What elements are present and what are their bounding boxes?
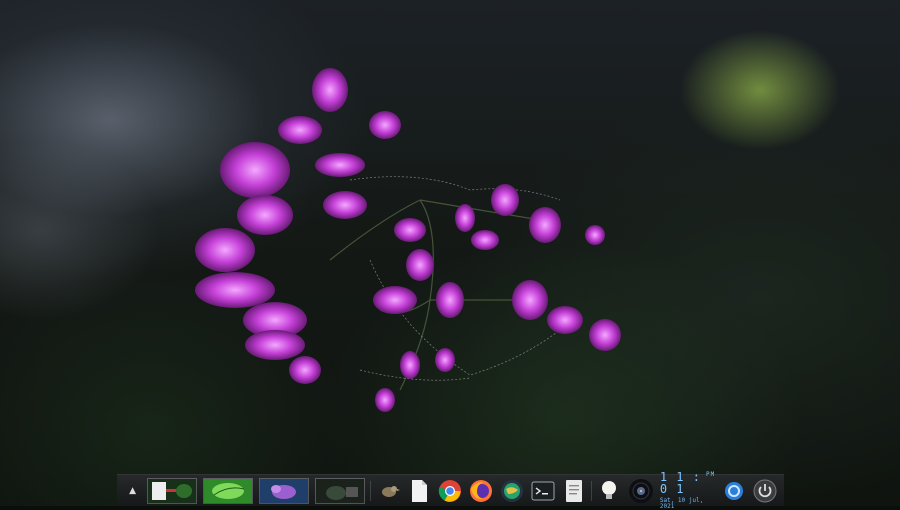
thumbnail-document-red[interactable] — [147, 477, 198, 504]
terminal-icon[interactable] — [530, 478, 555, 504]
globe-icon[interactable] — [500, 478, 525, 504]
clock-widget[interactable]: 1 1 : 0 1 PM Sat, 10 jul, 2021 — [660, 471, 715, 510]
bird-app-icon[interactable] — [376, 478, 401, 504]
taskbar-dock: ▲ 1 1: 0 1 PM Sat, 10 jul, 2021 — [117, 471, 784, 510]
dock-separator — [370, 480, 372, 501]
clock-time-row: 1 1 : 0 1 PM — [660, 471, 715, 495]
firefox-icon[interactable] — [469, 478, 494, 504]
notes-icon[interactable] — [561, 478, 586, 504]
chevron-up-icon[interactable]: ▲ — [124, 478, 141, 504]
clock-time: 1 1 : 0 1 — [659, 470, 701, 496]
vinyl-icon[interactable] — [628, 478, 654, 504]
document-icon[interactable] — [407, 478, 432, 504]
clock-ampm: PM — [706, 471, 716, 478]
clock-date: Sat, 10 jul, 2021 — [659, 497, 704, 510]
chrome-icon[interactable] — [438, 478, 463, 504]
lightbulb-icon[interactable] — [597, 478, 622, 504]
flower-photo — [195, 68, 621, 412]
desktop-wallpaper — [0, 0, 900, 506]
power-icon[interactable] — [752, 478, 777, 504]
thumbnail-green-leaf[interactable] — [203, 477, 254, 504]
system-tray-icon[interactable] — [721, 478, 746, 504]
dock-separator — [591, 480, 593, 501]
thumbnail-dark-cat[interactable] — [315, 477, 366, 504]
thumbnail-purple-flowers[interactable] — [259, 477, 310, 504]
